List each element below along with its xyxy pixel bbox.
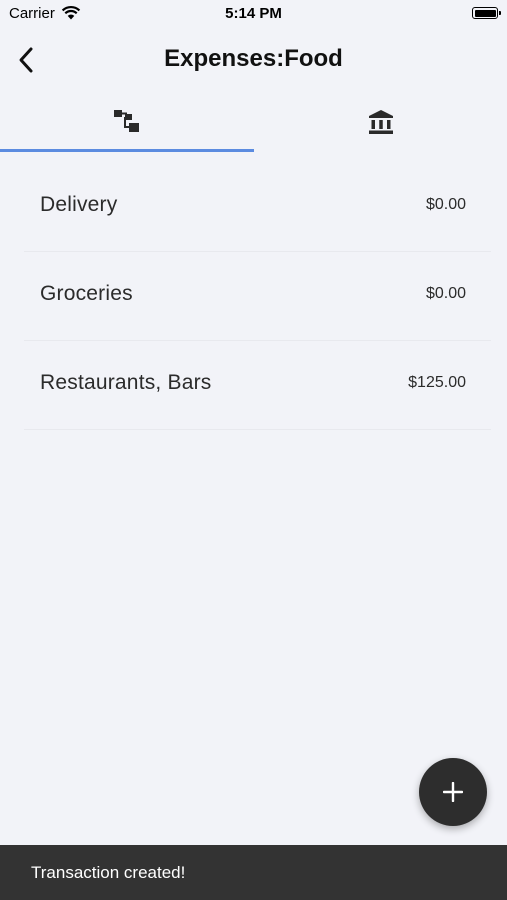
plus-icon [443,782,463,802]
bank-icon [368,110,393,134]
list-item[interactable]: Delivery $0.00 [24,163,491,252]
tab-account-tree[interactable] [0,92,253,152]
clock: 5:14 PM [225,5,282,22]
account-balance: $0.00 [425,196,466,213]
account-name: Delivery [40,193,118,216]
add-transaction-button[interactable] [419,758,487,826]
snackbar: Transaction created! [0,845,507,900]
page-title: Expenses:Food [164,45,343,72]
tab-bar [0,92,507,152]
account-balance: $125.00 [408,374,466,391]
status-bar: Carrier 5:14 PM [0,0,507,28]
battery-icon [472,7,498,19]
account-balance: $0.00 [425,285,466,302]
account-tree-icon [113,110,139,132]
battery-cap [499,11,501,15]
selected-tab-indicator [0,149,254,152]
nav-bar: Expenses:Food [0,28,507,92]
snackbar-message: Transaction created! [31,863,186,882]
account-name: Groceries [40,282,133,305]
tab-bank[interactable] [254,92,507,152]
account-name: Restaurants, Bars [40,371,212,394]
list-item[interactable]: Groceries $0.00 [24,252,491,341]
account-list: Delivery $0.00 Groceries $0.00 Restauran… [0,163,507,430]
list-item[interactable]: Restaurants, Bars $125.00 [24,341,491,430]
